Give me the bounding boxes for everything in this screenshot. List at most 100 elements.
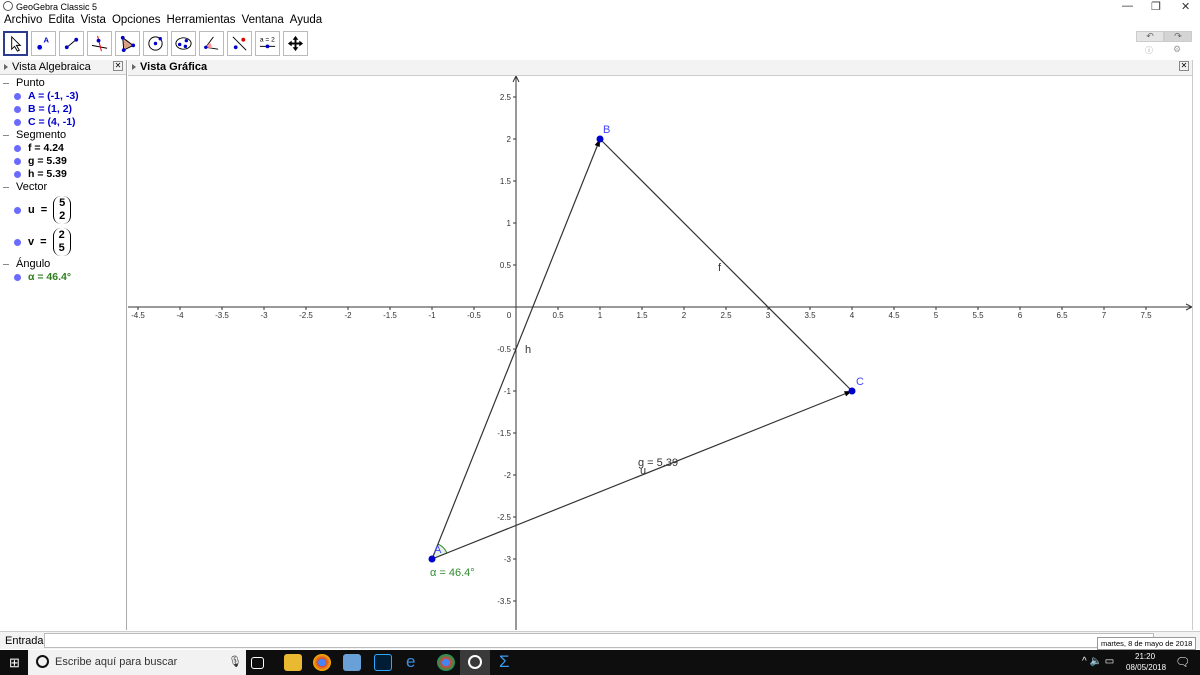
x-tick-label: 0.5 [552,311,564,320]
file-explorer-icon[interactable] [284,654,302,671]
y-tick-label: 2 [507,135,512,144]
close-view-icon[interactable]: ✕ [1179,61,1189,71]
microphone-icon[interactable]: 🎙 [228,655,242,668]
y-tick-label: -3 [504,555,512,564]
polygon-tool[interactable] [115,31,140,56]
settings-gear-icon[interactable]: ⚙ [1173,44,1181,55]
visibility-toggle[interactable] [14,171,21,178]
media-player-icon[interactable] [343,654,361,671]
visibility-toggle[interactable] [14,106,21,113]
y-tick-label: -2 [504,471,512,480]
close-button[interactable]: ✕ [1181,0,1190,13]
graphics-view-header[interactable]: Vista Gráfica ✕ [128,60,1192,76]
polygon-icon [120,35,136,53]
chrome-icon[interactable] [313,654,331,671]
menu-herramientas[interactable]: Herramientas [167,14,236,30]
group-angulo[interactable]: Ángulo [0,258,126,271]
x-tick-label: 3.5 [804,311,816,320]
circle-tool[interactable] [143,31,168,56]
tray-icons[interactable]: ^ 🔈 ▭ [1082,656,1114,667]
x-tick-label: 5 [934,311,939,320]
list-item[interactable]: v = 2 5 [0,226,126,258]
visibility-toggle[interactable] [14,274,21,281]
reflect-tool[interactable] [227,31,252,56]
x-tick-label: 2 [682,311,687,320]
move-graphics-tool[interactable] [283,31,308,56]
item-text: f = 4.24 [28,142,64,154]
sigma-app-icon[interactable]: Σ [499,652,510,672]
item-text: B = (1, 2) [28,103,73,115]
point-C[interactable] [848,387,856,395]
item-text: α = 46.4° [28,271,72,283]
visibility-toggle[interactable] [14,119,21,126]
list-item[interactable]: B = (1, 2) [0,103,126,116]
visibility-toggle[interactable] [14,207,21,214]
menu-vista[interactable]: Vista [81,14,106,30]
task-view-icon[interactable] [251,657,264,669]
conic-tool[interactable] [171,31,196,56]
y-tick-label: -1.5 [497,429,511,438]
help-icon[interactable]: ⓘ [1145,45,1153,56]
move-tool[interactable] [3,31,28,56]
undo-button[interactable]: ↶ [1136,31,1164,42]
title-bar: GeoGebra Classic 5 — ❐ ✕ [0,0,1200,14]
menu-opciones[interactable]: Opciones [112,14,161,30]
x-tick-label: 3 [766,311,771,320]
visibility-toggle[interactable] [14,145,21,152]
graphics-canvas[interactable]: -4.5 -4 -3.5 -3 -2.5 -2 -1.5 -1 -0.5 0 0.5 1 1.5 2 2.5… [128,76,1192,630]
minimize-button[interactable]: — [1122,0,1133,12]
algebra-view-header[interactable]: Vista Algebraica ✕ [0,60,126,75]
visibility-toggle[interactable] [14,158,21,165]
group-label: Ángulo [16,258,51,270]
photoshop-icon[interactable] [374,654,392,671]
point-tool[interactable]: A [31,31,56,56]
group-vector[interactable]: Vector [0,181,126,194]
vector-matrix: 52 [53,196,72,224]
perpendicular-tool[interactable] [87,31,112,56]
clock-date[interactable]: 08/05/2018 [1126,663,1166,672]
visibility-toggle[interactable] [14,239,21,246]
list-item[interactable]: C = (4, -1) [0,116,126,129]
angle-tool[interactable] [199,31,224,56]
list-item[interactable]: A = (-1, -3) [0,90,126,103]
group-segmento[interactable]: Segmento [0,129,126,142]
menu-edita[interactable]: Edita [48,14,74,30]
windows-start-icon[interactable]: ⊞ [9,655,20,671]
list-item[interactable]: u = 5 2 [0,194,126,226]
chrome-app-icon[interactable] [437,654,455,671]
menu-ayuda[interactable]: Ayuda [290,14,322,30]
menu-ventana[interactable]: Ventana [242,14,284,30]
notifications-icon[interactable]: 🗨 [1175,655,1190,669]
segment-f[interactable] [599,138,853,392]
algebra-view-title: Vista Algebraica [12,61,91,73]
segment-tool[interactable] [59,31,84,56]
segment-icon [64,37,79,50]
list-item[interactable]: g = 5.39 [0,155,126,168]
circle-icon [148,36,163,51]
geogebra-taskbar-button[interactable] [460,650,490,675]
slider-icon: a = 2 [260,37,275,49]
clock-time[interactable]: 21:20 [1135,652,1155,661]
point-B[interactable] [596,135,604,143]
entry-input[interactable] [44,633,1154,648]
visibility-toggle[interactable] [14,93,21,100]
restore-button[interactable]: ❐ [1151,0,1161,13]
slider-tool[interactable]: a = 2 [255,31,280,56]
side-panel-edge [1192,60,1200,630]
x-tick-label: -3.5 [215,311,229,320]
redo-button[interactable]: ↷ [1164,31,1192,42]
list-item[interactable]: α = 46.4° [0,271,126,284]
point-A[interactable] [428,555,436,563]
edge-icon[interactable]: e [406,652,415,672]
taskbar-search[interactable]: Escribe aquí para buscar 🎙 [28,650,246,675]
y-tick-label: -2.5 [497,513,511,522]
x-tick-label: 6 [1018,311,1023,320]
close-view-icon[interactable]: ✕ [113,61,123,71]
list-item[interactable]: f = 4.24 [0,142,126,155]
x-tick-label: 7.5 [1140,311,1152,320]
x-tick-label: -0.5 [467,311,481,320]
group-punto[interactable]: Punto [0,77,126,90]
menu-archivo[interactable]: Archivo [4,14,42,30]
list-item[interactable]: h = 5.39 [0,168,126,181]
label-point-A: A [434,544,442,556]
